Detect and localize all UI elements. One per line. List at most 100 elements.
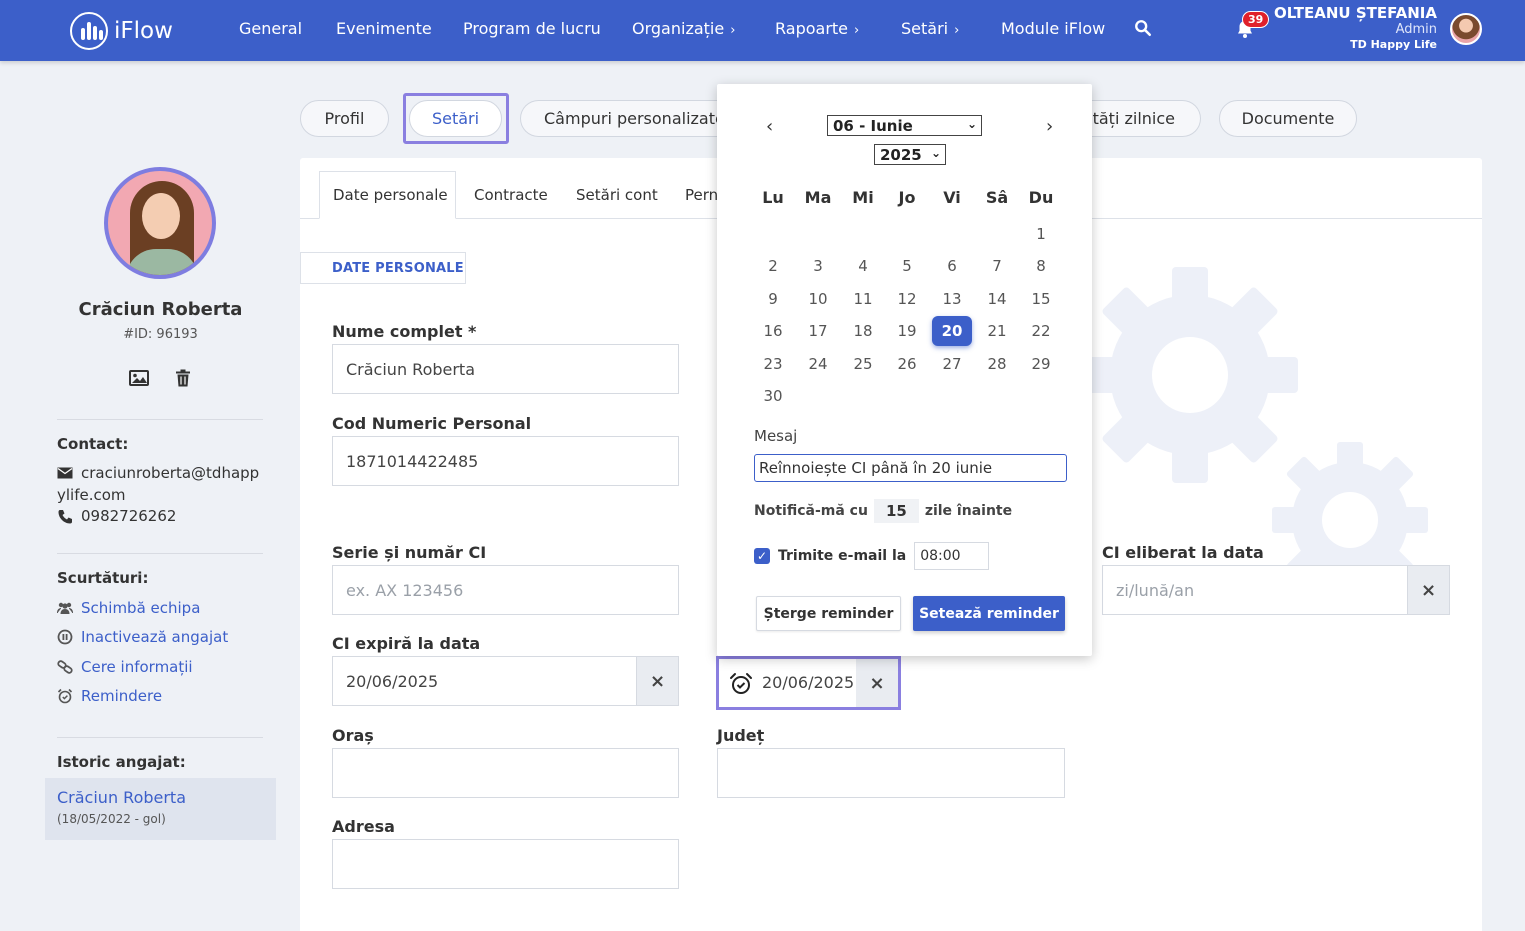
calendar-day[interactable]: 18 [843,316,883,346]
calendar-day[interactable]: 27 [932,349,972,379]
calendar-day[interactable]: 23 [753,349,793,379]
full-name-input[interactable]: Crăciun Roberta [332,344,679,394]
weekday-label: Sâ [985,188,1009,207]
notify-row: Notifică-mă cu 15 zile înainte [754,499,1012,523]
calendar-day[interactable]: 7 [977,251,1017,281]
next-month-icon[interactable]: › [1046,116,1053,137]
email-time-input[interactable]: 08:00 [914,542,990,570]
sidebar-divider [57,737,263,738]
calendar-day[interactable]: 22 [1021,316,1061,346]
subtab-contracte[interactable]: Contracte [474,186,548,204]
notify-days-input[interactable]: 15 [873,499,919,523]
image-icon[interactable] [129,368,149,388]
calendar-day[interactable]: 4 [843,251,883,281]
full-name-label: Nume complet * [332,322,477,341]
search-icon[interactable] [1134,19,1152,37]
cnp-input[interactable]: 1871014422485 [332,436,679,486]
weekday-label: Mi [852,188,874,207]
tab-documente[interactable]: Documente [1219,100,1357,137]
calendar-day[interactable]: 3 [798,251,838,281]
county-input[interactable] [717,748,1065,798]
user-avatar[interactable] [1450,13,1482,45]
trash-icon[interactable] [173,368,193,388]
calendar-day[interactable]: 13 [932,284,972,314]
address-label: Adresa [332,817,395,836]
calendar-day[interactable]: 19 [887,316,927,346]
chevron-right-icon: › [854,23,860,38]
year-select[interactable]: 2025 ⌄ [874,144,946,165]
calendar-day[interactable]: 15 [1021,284,1061,314]
ci-expiry-clear-button[interactable]: × [636,656,679,706]
shortcut-inactiveaza-angajat[interactable]: Inactivează angajat [57,628,228,646]
calendar-day[interactable]: 21 [977,316,1017,346]
calendar-day[interactable]: 16 [753,316,793,346]
nav-organizatie[interactable]: Organizație › [632,19,735,38]
calendar-day[interactable]: 8 [1021,251,1061,281]
email-label: Trimite e-mail la [778,548,907,564]
prev-month-icon[interactable]: ‹ [766,116,773,137]
calendar-day[interactable]: 29 [1021,349,1061,379]
calendar-day[interactable]: 11 [843,284,883,314]
calendar-day[interactable]: 17 [798,316,838,346]
calendar-day[interactable]: 30 [753,381,793,411]
nav-module-iflow[interactable]: Module iFlow [1001,19,1105,38]
app-logo[interactable]: iFlow [70,12,173,50]
calendar-day[interactable]: 28 [977,349,1017,379]
delete-reminder-button[interactable]: Șterge reminder [756,596,901,631]
contact-phone[interactable]: 0982726262 [57,507,176,525]
message-input[interactable]: Reînnoiește CI până în 20 iunie [754,454,1067,482]
sidebar-divider [57,553,263,554]
email-row: ✓ Trimite e-mail la 08:00 [754,542,990,570]
shortcut-cere-informatii[interactable]: Cere informații [57,658,193,676]
calendar-day[interactable]: 1 [1021,219,1061,249]
shortcut-schimba-echipa[interactable]: Schimbă echipa [57,599,200,617]
ci-issued-clear-button[interactable]: × [1407,565,1450,615]
calendar-day[interactable]: 2 [753,251,793,281]
nav-evenimente[interactable]: Evenimente [336,19,432,38]
subtab-setari-cont[interactable]: Setări cont [576,186,658,204]
calendar-day[interactable]: 12 [887,284,927,314]
calendar-day[interactable]: 26 [887,349,927,379]
envelope-icon [57,467,73,479]
subtab-date-personale[interactable]: Date personale [333,186,448,204]
nav-program-de-lucru[interactable]: Program de lucru [463,19,601,38]
chevron-right-icon: › [730,23,736,38]
email-checkbox[interactable]: ✓ [754,548,770,564]
calendar-day[interactable]: 9 [753,284,793,314]
history-item[interactable]: Crăciun Roberta (18/05/2022 - gol) [45,778,276,840]
chevron-down-icon: ⌄ [930,146,941,160]
calendar-day[interactable]: 6 [932,251,972,281]
users-icon [57,602,73,614]
user-name[interactable]: OLTEANU ȘTEFANIA [1274,4,1437,22]
calendar-day-selected[interactable]: 20 [932,316,972,346]
nav-rapoarte[interactable]: Rapoarte › [775,19,859,38]
calendar-day[interactable]: 25 [843,349,883,379]
sidebar-divider [57,419,263,420]
shortcut-remindere[interactable]: Remindere [57,687,162,705]
tab-profil[interactable]: Profil [300,100,389,137]
subtab-permisiuni[interactable]: Pern [685,186,718,204]
ci-input[interactable]: ex. AX 123456 [332,565,679,615]
nav-setari[interactable]: Setări › [901,19,959,38]
history-name[interactable]: Crăciun Roberta [57,788,186,807]
user-company: TD Happy Life [1350,38,1437,51]
reminder-clear-button[interactable]: × [856,659,898,707]
nav-general[interactable]: General [239,19,302,38]
ci-issued-input[interactable]: zi/lună/an [1102,565,1408,615]
set-reminder-button[interactable]: Setează reminder [913,596,1065,631]
calendar-day[interactable]: 24 [798,349,838,379]
profile-avatar [104,167,216,279]
tab-campuri-personalizate[interactable]: Câmpuri personalizate [520,100,740,137]
ci-expiry-input[interactable]: 20/06/2025 [332,656,637,706]
phone-icon [58,510,72,524]
calendar-day[interactable]: 14 [977,284,1017,314]
address-input[interactable] [332,839,679,889]
contact-email[interactable]: craciunroberta@tdhapp ylife.com [57,462,259,506]
month-select[interactable]: 06 - Iunie ⌄ [827,115,982,136]
calendar-day[interactable]: 5 [887,251,927,281]
reminder-date-field[interactable]: 20/06/2025 × [716,656,901,710]
active-tab-highlight [403,93,509,144]
close-icon: × [1420,579,1437,601]
city-input[interactable] [332,748,679,798]
calendar-day[interactable]: 10 [798,284,838,314]
